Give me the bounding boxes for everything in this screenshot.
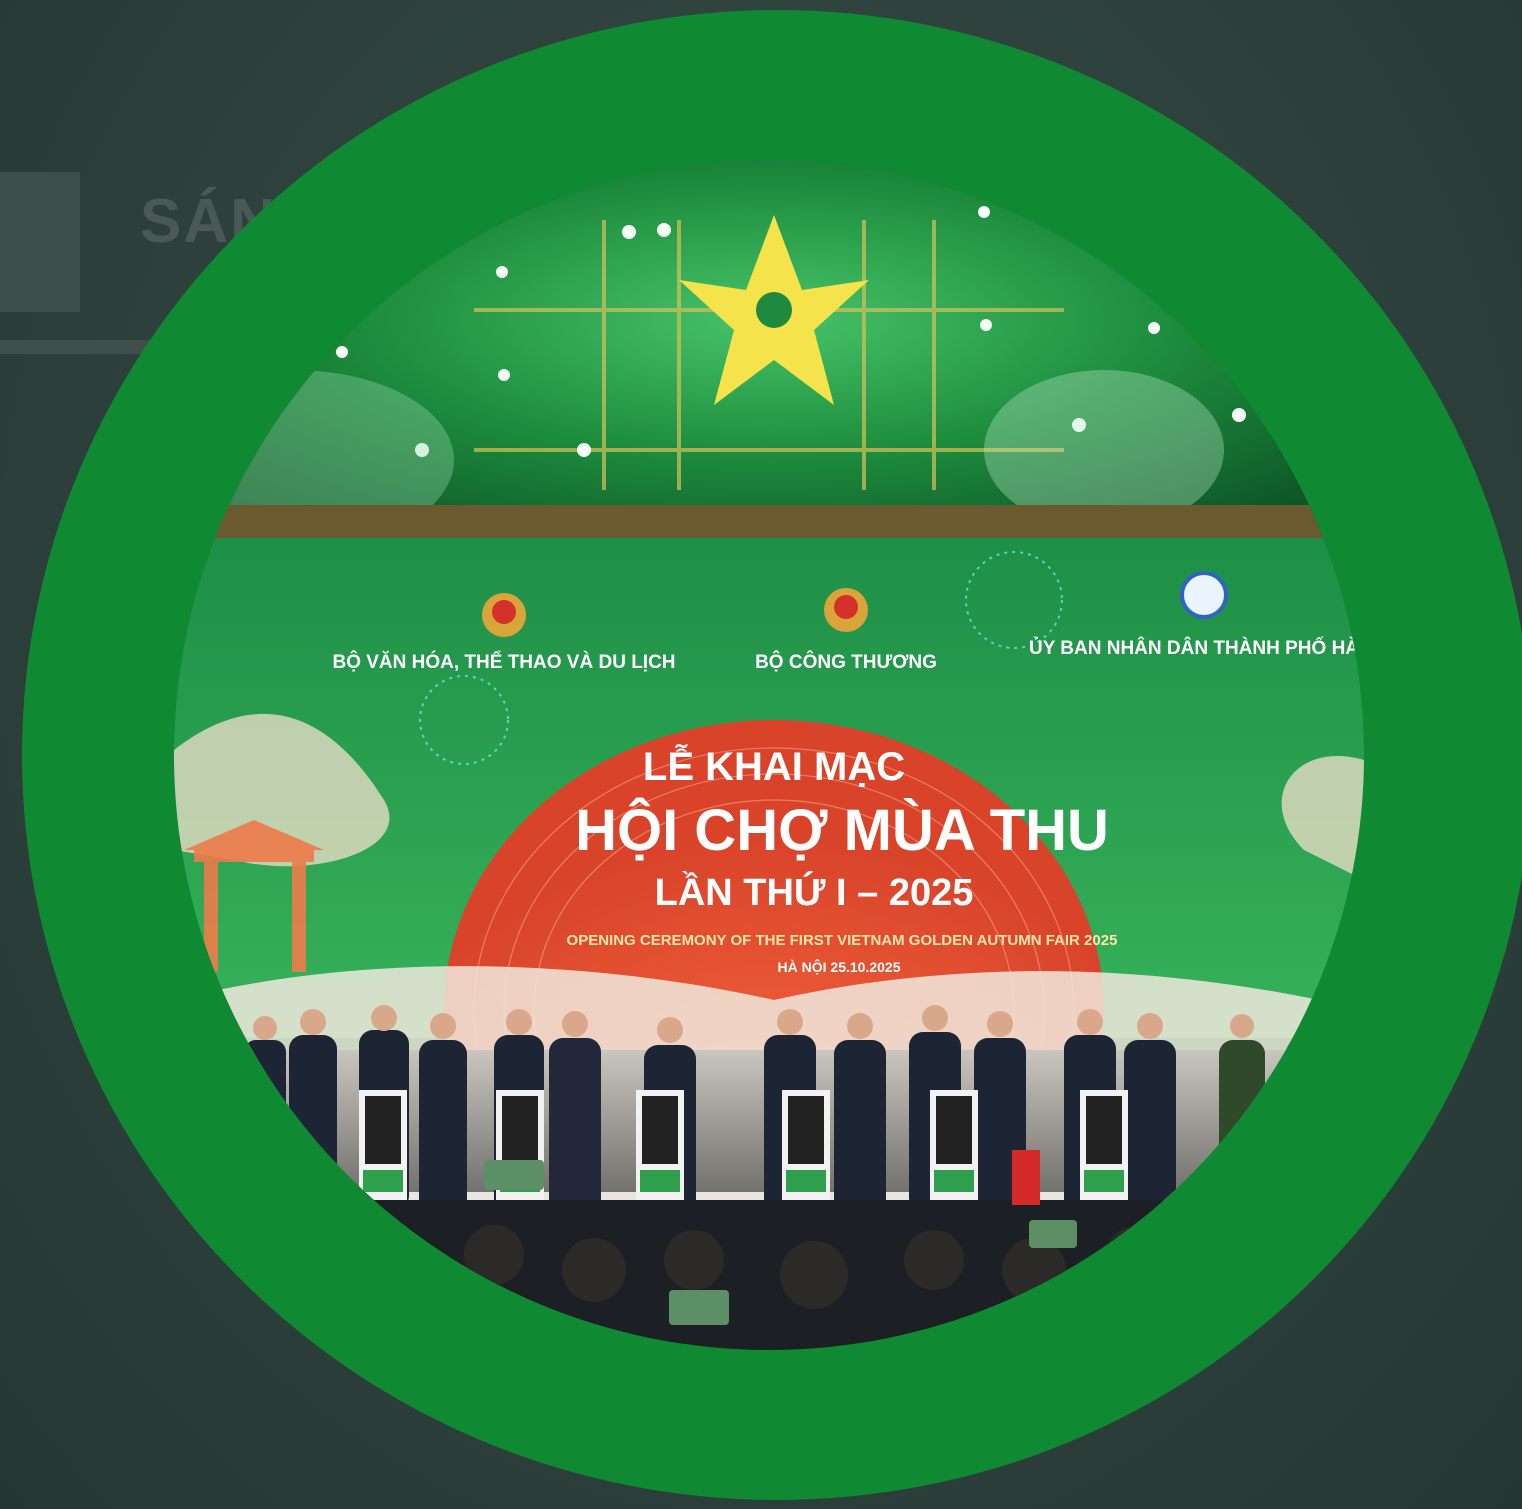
emblem-icon (482, 593, 526, 637)
logo-label-ministry-trade: BỘ CÔNG THƯƠNG (755, 651, 937, 673)
logo-label-ministry-culture: BỘ VĂN HÓA, THỂ THAO VÀ DU LỊCH (332, 651, 675, 673)
title-line-2: HỘI CHỢ MÙA THU (575, 798, 1109, 863)
logo-label-hanoi-committee: ỦY BAN NHÂN DÂN THÀNH PHỐ HÀ (1029, 637, 1359, 659)
title-line-3: LẦN THỨ I – 2025 (655, 870, 974, 914)
title-line-1: LỄ KHAI MẠC (643, 743, 905, 789)
english-subtitle: OPENING CEREMONY OF THE FIRST VIETNAM GO… (567, 932, 1118, 949)
child-red-shirt (1012, 1150, 1040, 1205)
hanoi-emblem-icon (1180, 571, 1228, 619)
background-panel (0, 172, 80, 312)
place-date: HÀ NỘI 25.10.2025 (778, 958, 901, 975)
screen-band (174, 505, 1364, 539)
emblem-icon (824, 588, 868, 632)
canvas: SÁN BỘ VĂN HÓA, THỂ THAO VÀ DU LỊCH BỘ C… (0, 0, 1522, 1509)
ceremony-photo: BỘ VĂN HÓA, THỂ THAO VÀ DU LỊCH BỘ CÔNG … (174, 160, 1364, 1350)
